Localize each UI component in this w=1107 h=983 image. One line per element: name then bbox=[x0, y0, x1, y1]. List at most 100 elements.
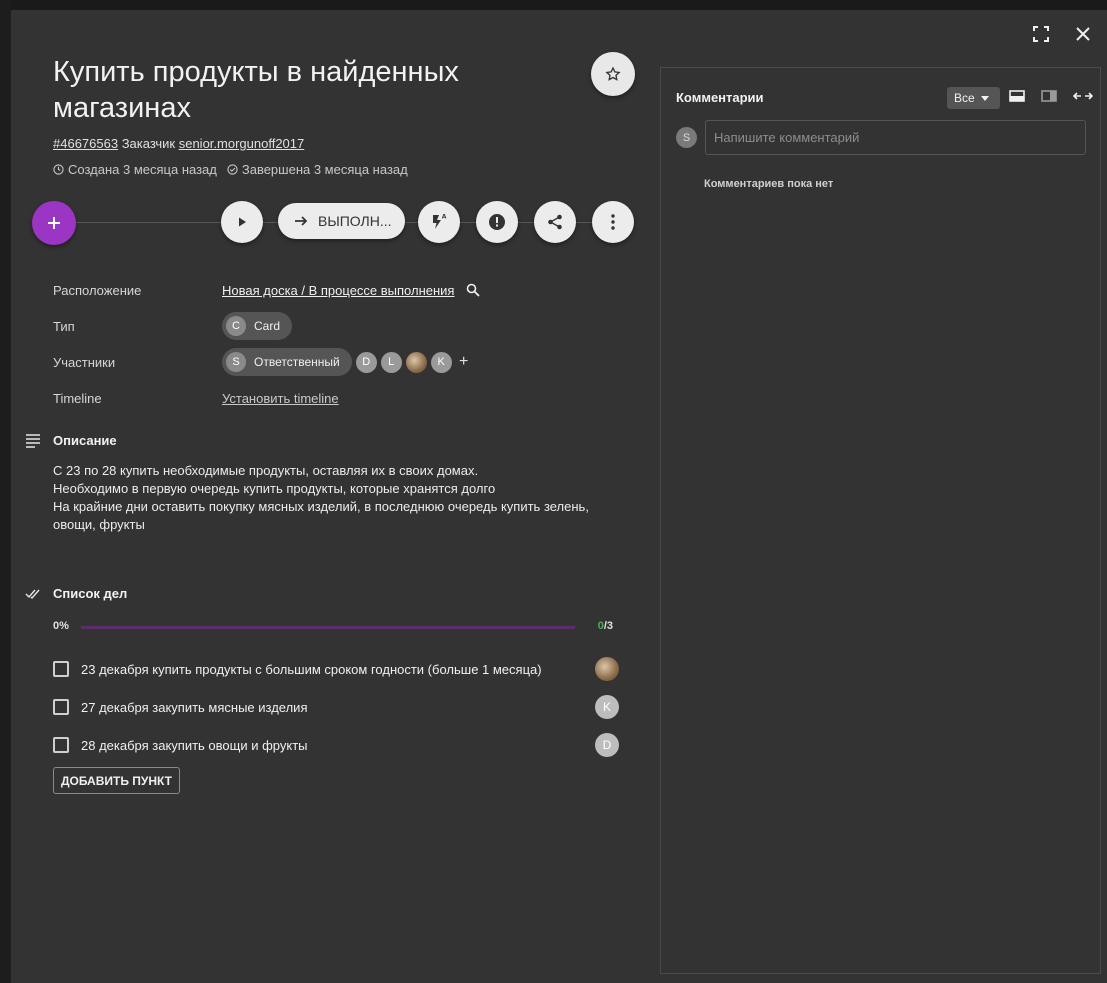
add-checklist-item-button[interactable]: ДОБАВИТЬ ПУНКТ bbox=[53, 767, 180, 794]
timeline-label: Timeline bbox=[53, 390, 102, 406]
plus-icon bbox=[48, 217, 60, 229]
more-button[interactable] bbox=[592, 201, 634, 243]
description-line: Необходимо в первую очередь купить проду… bbox=[53, 481, 496, 496]
background-left bbox=[0, 0, 11, 983]
checklist-item: 28 декабря закупить овощи и фрукты D bbox=[53, 726, 619, 764]
member-avatar[interactable]: D bbox=[355, 351, 377, 373]
set-timeline-link[interactable]: Установить timeline bbox=[222, 391, 339, 406]
text-lines-icon bbox=[26, 433, 40, 448]
description-line: С 23 по 28 купить необходимые продукты, … bbox=[53, 463, 479, 478]
completed-date: Завершена 3 месяца назад bbox=[227, 162, 408, 177]
type-label: Тип bbox=[53, 318, 75, 334]
star-icon bbox=[605, 66, 621, 81]
assignee-avatar[interactable]: K bbox=[595, 695, 619, 719]
comment-input[interactable] bbox=[705, 120, 1086, 155]
status-label: ВЫПОЛН... bbox=[318, 213, 392, 229]
description-title: Описание bbox=[53, 433, 117, 448]
share-button[interactable] bbox=[534, 201, 576, 243]
card-properties: Расположение Новая доска / В процессе вы… bbox=[53, 272, 481, 416]
checklist-progress: 0% 0/3 bbox=[53, 618, 613, 634]
member-avatar[interactable]: L bbox=[380, 351, 402, 373]
progress-track bbox=[81, 626, 575, 629]
checklist-checkbox[interactable] bbox=[53, 661, 69, 677]
members-value: S Ответственный D L K + bbox=[222, 348, 472, 376]
flash-auto-icon bbox=[433, 214, 447, 229]
prop-timeline: Timeline Установить timeline bbox=[53, 380, 480, 416]
window-actions bbox=[1031, 24, 1093, 44]
comment-composer: S bbox=[676, 120, 1086, 155]
created-text: Создана 3 месяца назад bbox=[68, 162, 217, 177]
expand-horizontal-icon[interactable] bbox=[1073, 91, 1093, 101]
share-icon bbox=[548, 214, 562, 230]
play-icon bbox=[239, 217, 246, 227]
no-comments-text: Комментариев пока нет bbox=[704, 178, 834, 190]
members-label: Участники bbox=[53, 354, 116, 370]
assignee-avatar[interactable]: D bbox=[595, 733, 619, 757]
checklist-checkbox[interactable] bbox=[53, 737, 69, 753]
close-icon[interactable] bbox=[1073, 24, 1093, 44]
layout-right-icon[interactable] bbox=[1041, 90, 1057, 102]
type-chip-label: Card bbox=[254, 319, 281, 333]
assignee-avatar-photo[interactable] bbox=[595, 657, 619, 681]
description-text[interactable]: С 23 по 28 купить необходимые продукты, … bbox=[53, 462, 613, 534]
add-button[interactable] bbox=[32, 201, 76, 245]
more-vertical-icon bbox=[611, 214, 615, 230]
checklist-item-text[interactable]: 27 декабря закупить мясные изделия bbox=[81, 700, 307, 715]
description-heading: Описание bbox=[25, 433, 117, 448]
search-icon[interactable] bbox=[466, 283, 481, 297]
card-title[interactable]: Купить продукты в найденных магазинах bbox=[53, 54, 573, 126]
completed-text: Завершена 3 месяца назад bbox=[241, 162, 408, 177]
location-link[interactable]: Новая доска / В процессе выполнения bbox=[222, 283, 454, 298]
progress-percent: 0% bbox=[53, 620, 69, 632]
member-avatar-photo[interactable] bbox=[405, 351, 427, 373]
layout-bottom-icon[interactable] bbox=[1009, 90, 1025, 102]
star-button[interactable] bbox=[591, 52, 635, 96]
type-avatar: C bbox=[226, 316, 246, 336]
comments-view-buttons bbox=[1009, 90, 1093, 102]
status-button[interactable]: ВЫПОЛН... bbox=[278, 203, 405, 239]
customer-label: Заказчик bbox=[121, 136, 176, 151]
responsible-chip[interactable]: S Ответственный bbox=[222, 348, 352, 376]
card-modal: Купить продукты в найденных магазинах #4… bbox=[11, 10, 1107, 983]
checklist-items: 23 декабря купить продукты с большим сро… bbox=[53, 650, 619, 764]
progress-total: /3 bbox=[603, 620, 613, 632]
type-chip[interactable]: C Card bbox=[222, 312, 293, 340]
priority-button[interactable] bbox=[476, 201, 518, 243]
checklist-checkbox[interactable] bbox=[53, 699, 69, 715]
comments-filter-label: Все bbox=[954, 91, 975, 105]
card-number-link[interactable]: #46676563 bbox=[53, 136, 118, 151]
current-user-avatar: S bbox=[676, 127, 697, 148]
comments-title: Комментарии bbox=[676, 90, 764, 105]
responsible-avatar: S bbox=[226, 352, 246, 372]
card-dates: Создана 3 месяца назад Завершена 3 месяц… bbox=[53, 162, 408, 177]
double-check-icon bbox=[25, 589, 40, 599]
chevron-down-icon bbox=[980, 95, 989, 101]
prop-type: Тип C Card bbox=[53, 308, 480, 344]
checklist-item: 27 декабря закупить мясные изделия K bbox=[53, 688, 619, 726]
customer-link[interactable]: senior.morgunoff2017 bbox=[179, 136, 305, 151]
play-button[interactable] bbox=[221, 201, 263, 243]
checklist-title: Список дел bbox=[53, 586, 128, 601]
fullscreen-icon[interactable] bbox=[1031, 24, 1051, 44]
comments-filter[interactable]: Все bbox=[947, 87, 1000, 109]
clock-icon bbox=[53, 164, 64, 175]
checklist-item: 23 декабря купить продукты с большим сро… bbox=[53, 650, 619, 688]
checklist-heading: Список дел bbox=[25, 586, 127, 601]
member-avatar[interactable]: K bbox=[430, 351, 452, 373]
card-meta: #46676563 Заказчик senior.morgunoff2017 bbox=[53, 136, 304, 151]
progress-count: 0/3 bbox=[598, 620, 613, 632]
background-top bbox=[0, 0, 1107, 10]
timeline-value: Установить timeline bbox=[222, 391, 339, 406]
location-label: Расположение bbox=[53, 282, 142, 298]
location-value: Новая доска / В процессе выполнения bbox=[222, 283, 481, 298]
type-value: C Card bbox=[222, 312, 293, 340]
prop-location: Расположение Новая доска / В процессе вы… bbox=[53, 272, 481, 308]
action-bar: ВЫПОЛН... bbox=[32, 201, 636, 245]
automation-button[interactable] bbox=[418, 201, 460, 243]
checklist-item-text[interactable]: 28 декабря закупить овощи и фрукты bbox=[81, 738, 308, 753]
add-member-icon[interactable]: + bbox=[456, 353, 472, 371]
check-circle-icon bbox=[227, 164, 238, 175]
checklist-item-text[interactable]: 23 декабря купить продукты с большим сро… bbox=[81, 662, 542, 677]
comments-panel: Комментарии Все S Комментариев пока нет bbox=[660, 67, 1101, 974]
responsible-label: Ответственный bbox=[254, 355, 340, 369]
